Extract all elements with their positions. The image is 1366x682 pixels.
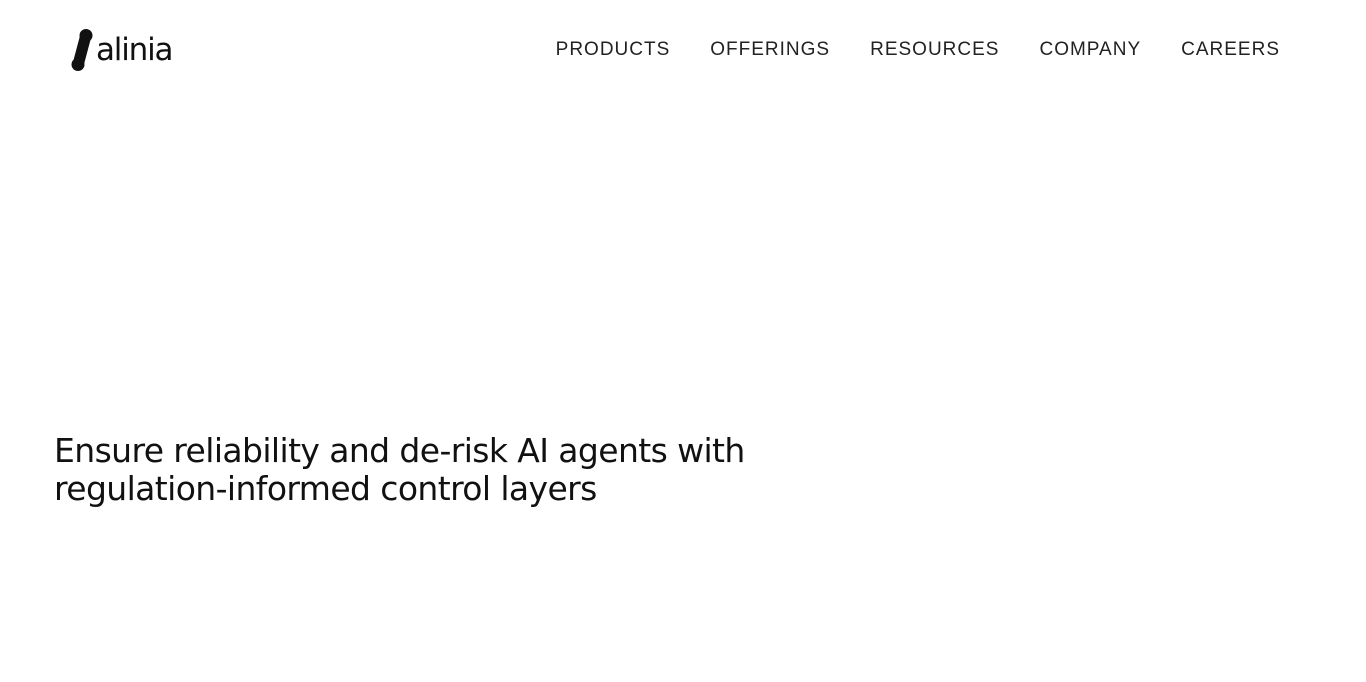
hero-heading: Ensure reliability and de-risk AI agents…	[54, 431, 745, 508]
alinia-s-mark-icon	[71, 29, 93, 71]
nav-item-careers[interactable]: CAREERS	[1181, 37, 1280, 63]
nav-item-offerings[interactable]: OFFERINGS	[710, 37, 830, 63]
brand-name: alinia	[96, 32, 173, 68]
nav-item-company[interactable]: COMPANY	[1039, 37, 1141, 63]
nav-item-resources[interactable]: RESOURCES	[870, 37, 999, 63]
nav-item-products[interactable]: PRODUCTS	[556, 37, 671, 63]
page: alinia PRODUCTS OFFERINGS RESOURCES COMP…	[0, 0, 1366, 682]
main-nav: PRODUCTS OFFERINGS RESOURCES COMPANY CAR…	[556, 37, 1280, 63]
site-header: alinia PRODUCTS OFFERINGS RESOURCES COMP…	[0, 0, 1366, 100]
logo-link[interactable]: alinia	[70, 29, 173, 71]
